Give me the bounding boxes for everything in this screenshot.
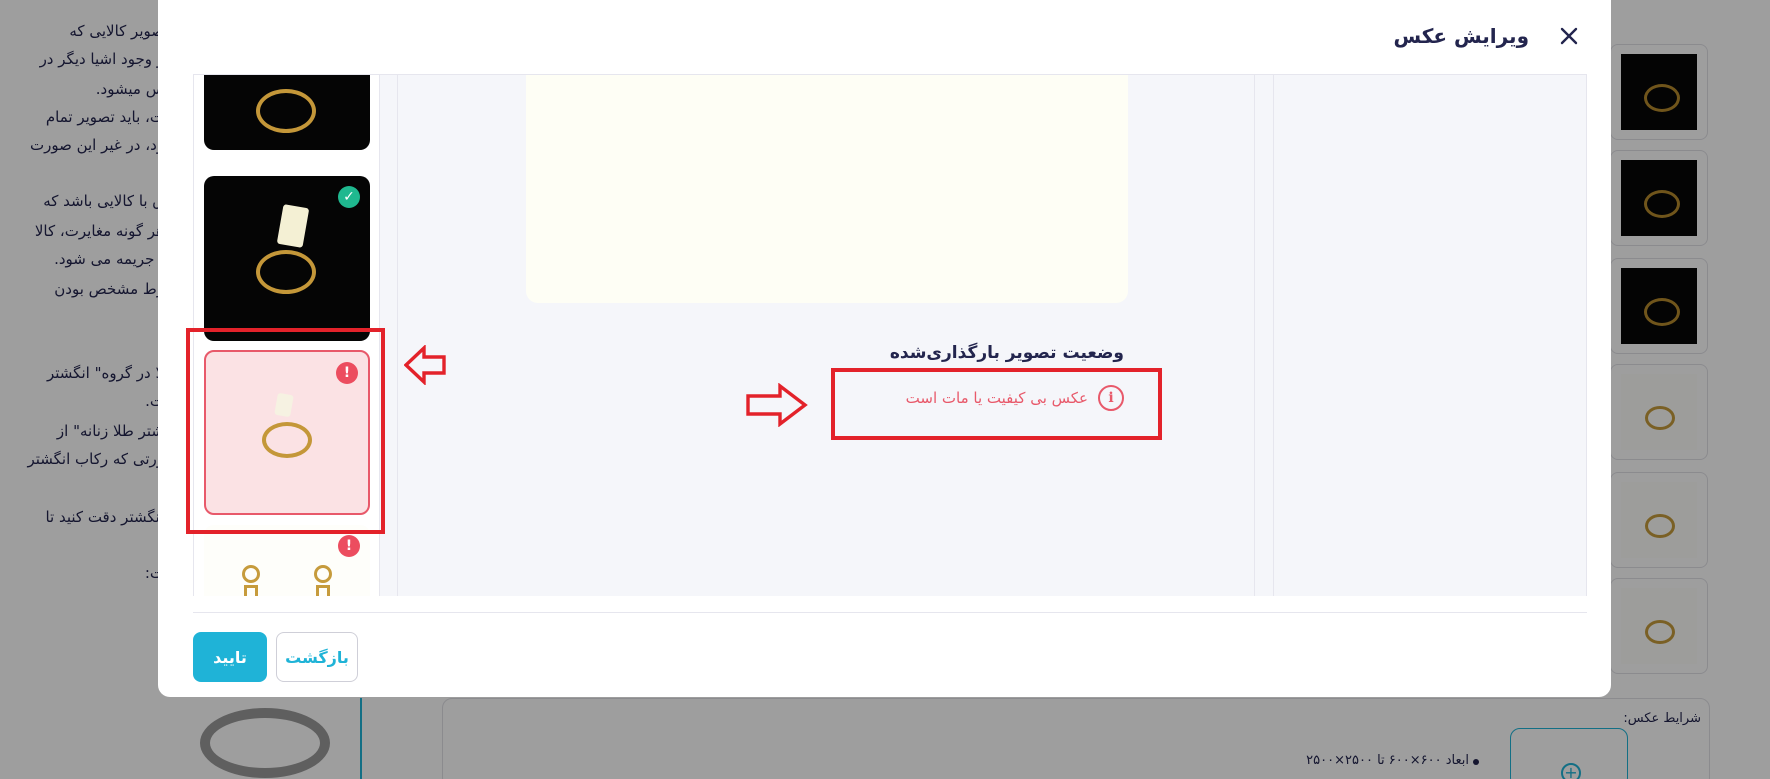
preview-panel: وضعیت تصویر بارگذاری‌شده i عکس بی کیفیت … xyxy=(397,75,1255,596)
annotation-arrow-left xyxy=(404,345,446,385)
status-title: وضعیت تصویر بارگذاری‌شده xyxy=(889,343,1124,363)
modal-header: ویرایش عکس xyxy=(158,0,1611,74)
confirm-button[interactable]: تایید xyxy=(193,632,267,682)
price-tag-image xyxy=(276,204,310,248)
modal-title: ویرایش عکس xyxy=(1393,24,1529,48)
earring-image xyxy=(314,565,332,583)
earring-image xyxy=(244,585,258,596)
thumbnail-item[interactable] xyxy=(204,75,370,150)
annotation-box-status xyxy=(831,368,1162,440)
close-icon xyxy=(1560,27,1578,45)
thumbnail-item[interactable]: ! xyxy=(204,525,370,596)
earring-image xyxy=(242,565,260,583)
modal-footer-divider xyxy=(193,612,1587,613)
ring-image xyxy=(256,89,316,133)
alert-icon: ! xyxy=(338,535,360,557)
annotation-box-thumbnail xyxy=(186,328,385,534)
back-button[interactable]: بازگشت xyxy=(276,632,358,682)
thumbnail-item[interactable]: ✓ xyxy=(204,176,370,341)
earring-image xyxy=(316,585,330,596)
image-preview xyxy=(526,75,1128,303)
side-panel xyxy=(1273,75,1586,596)
modal-body: ✓ ! ! وضعیت تصویر بارگذاری‌شده i عکس بی … xyxy=(193,74,1587,596)
ring-image xyxy=(256,250,316,294)
annotation-arrow-right xyxy=(746,383,808,427)
check-icon: ✓ xyxy=(338,186,360,208)
close-button[interactable] xyxy=(1557,24,1581,48)
